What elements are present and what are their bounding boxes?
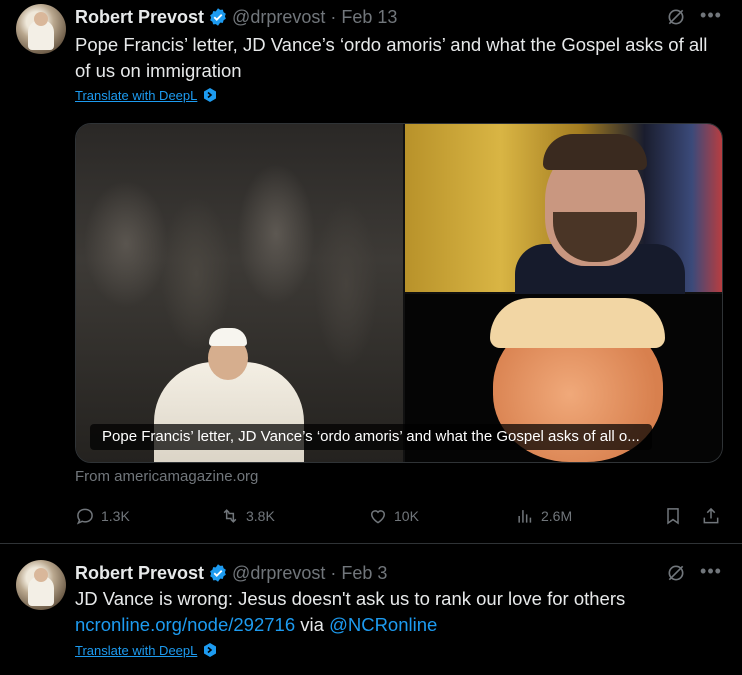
grok-icon[interactable] (666, 563, 686, 583)
separator: · (330, 6, 337, 27)
tweet-header: Robert Prevost @drprevost · Feb 13 (75, 5, 397, 29)
card-image-top-right (405, 124, 722, 304)
translate-link[interactable]: Translate with DeepL (75, 87, 218, 103)
reply-button[interactable]: 1.3K (75, 504, 130, 528)
tweet-actions: 1.3K 3.8K 10K 2.6M (75, 504, 725, 528)
avatar[interactable] (16, 4, 66, 54)
tweet[interactable]: Robert Prevost @drprevost · Feb 13 ••• P… (0, 0, 742, 544)
via-text: via (300, 614, 324, 635)
grok-icon[interactable] (666, 7, 686, 27)
author-handle[interactable]: @drprevost (232, 563, 325, 584)
card-caption: Pope Francis’ letter, JD Vance’s ‘ordo a… (90, 424, 652, 450)
like-icon (370, 510, 386, 524)
mention-link[interactable]: @NCRonline (329, 614, 437, 635)
views-button[interactable]: 2.6M (515, 504, 572, 528)
tweet-text-line: JD Vance is wrong: Jesus doesn't ask us … (75, 588, 626, 609)
like-button[interactable]: 10K (368, 504, 419, 528)
reply-count: 1.3K (101, 508, 130, 524)
translate-label[interactable]: Translate with DeepL (75, 643, 197, 658)
like-count: 10K (394, 508, 419, 524)
reply-icon (76, 508, 93, 525)
avatar[interactable] (16, 560, 66, 610)
separator: · (330, 562, 337, 583)
repost-button[interactable]: 3.8K (220, 504, 275, 528)
tweet-text: Pope Francis’ letter, JD Vance’s ‘ordo a… (75, 34, 708, 81)
more-icon[interactable]: ••• (700, 562, 722, 584)
verified-badge-icon (210, 8, 226, 26)
tweet-header: Robert Prevost @drprevost · Feb 3 (75, 561, 387, 585)
tweet-text: JD Vance is wrong: Jesus doesn't ask us … (75, 586, 725, 638)
views-icon (518, 510, 532, 523)
more-icon[interactable]: ••• (700, 6, 722, 28)
tweet-date[interactable]: Feb 13 (341, 7, 397, 28)
author-handle[interactable]: @drprevost (232, 7, 325, 28)
bookmark-button[interactable] (663, 504, 689, 528)
share-button[interactable] (701, 504, 727, 528)
author-name[interactable]: Robert Prevost (75, 7, 204, 28)
tweet-date[interactable]: Feb 3 (341, 563, 387, 584)
repost-count: 3.8K (246, 508, 275, 524)
translate-label[interactable]: Translate with DeepL (75, 88, 197, 103)
share-icon (703, 507, 719, 524)
translate-link[interactable]: Translate with DeepL (75, 642, 218, 658)
deepl-icon (204, 88, 217, 102)
card-source[interactable]: From americamagazine.org (75, 468, 258, 485)
link-card[interactable]: Pope Francis’ letter, JD Vance’s ‘ordo a… (75, 123, 723, 463)
deepl-icon (204, 643, 217, 657)
views-count: 2.6M (541, 508, 573, 524)
bookmark-icon (667, 508, 679, 525)
verified-badge-icon (210, 564, 226, 582)
author-name[interactable]: Robert Prevost (75, 563, 204, 584)
repost-icon (223, 509, 237, 523)
tweet[interactable]: Robert Prevost @drprevost · Feb 3 ••• JD… (0, 545, 742, 675)
tweet-link[interactable]: ncronline.org/node/292716 (75, 614, 295, 635)
card-image-left (76, 124, 403, 462)
